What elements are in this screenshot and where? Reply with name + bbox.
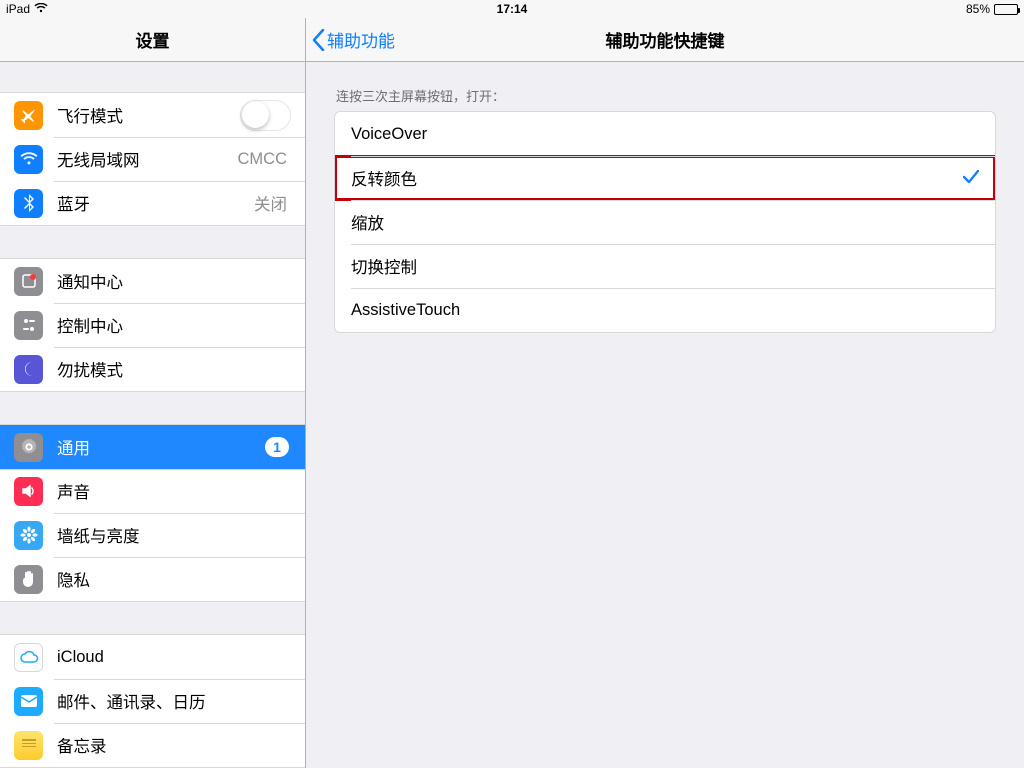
airplane-icon bbox=[14, 101, 43, 130]
wifi-icon bbox=[14, 145, 43, 174]
sidebar-item-control[interactable]: 控制中心 bbox=[0, 303, 305, 347]
sidebar-group-accounts: iCloud 邮件、通讯录、日历 备忘录 bbox=[0, 634, 305, 768]
notes-icon bbox=[14, 731, 43, 760]
option-label: VoiceOver bbox=[351, 125, 979, 144]
sidebar-item-wallpaper[interactable]: 墙纸与亮度 bbox=[0, 513, 305, 557]
option-label: 缩放 bbox=[351, 210, 979, 234]
option-zoom[interactable]: 缩放 bbox=[335, 200, 995, 244]
sidebar-navbar: 设置 bbox=[0, 18, 305, 62]
flower-icon bbox=[14, 521, 43, 550]
settings-sidebar: 设置 飞行模式 无线局域网 CMCC bbox=[0, 18, 306, 768]
general-badge: 1 bbox=[265, 437, 289, 457]
sidebar-item-label: 无线局域网 bbox=[57, 147, 238, 171]
control-center-icon bbox=[14, 311, 43, 340]
section-header: 连按三次主屏幕按钮，打开： bbox=[306, 62, 1024, 111]
sidebar-item-label: 隐私 bbox=[57, 567, 291, 591]
sidebar-item-label: iCloud bbox=[57, 648, 291, 667]
bluetooth-value: 关闭 bbox=[254, 191, 287, 215]
mail-icon bbox=[14, 687, 43, 716]
moon-icon bbox=[14, 355, 43, 384]
sidebar-item-privacy[interactable]: 隐私 bbox=[0, 557, 305, 601]
option-label: 反转颜色 bbox=[351, 166, 963, 190]
option-label: AssistiveTouch bbox=[351, 301, 979, 320]
sidebar-item-icloud[interactable]: iCloud bbox=[0, 635, 305, 679]
back-label: 辅助功能 bbox=[327, 27, 395, 52]
bluetooth-icon bbox=[14, 189, 43, 218]
speaker-icon bbox=[14, 477, 43, 506]
detail-navbar: 辅助功能 辅助功能快捷键 bbox=[306, 18, 1024, 62]
status-bar: iPad 17:14 85% bbox=[0, 0, 1024, 18]
option-assistivetouch[interactable]: AssistiveTouch bbox=[335, 288, 995, 332]
sidebar-item-notification[interactable]: 通知中心 bbox=[0, 259, 305, 303]
sidebar-item-label: 墙纸与亮度 bbox=[57, 523, 291, 547]
sidebar-group-centers: 通知中心 控制中心 勿扰模式 bbox=[0, 258, 305, 392]
battery-text: 85% bbox=[966, 2, 990, 16]
back-button[interactable]: 辅助功能 bbox=[306, 27, 395, 52]
chevron-left-icon bbox=[312, 29, 325, 51]
sidebar-item-notes[interactable]: 备忘录 bbox=[0, 723, 305, 767]
sidebar-group-connectivity: 飞行模式 无线局域网 CMCC 蓝牙 关闭 bbox=[0, 92, 305, 226]
sidebar-item-general[interactable]: 通用 1 bbox=[0, 425, 305, 469]
device-label: iPad bbox=[6, 2, 30, 16]
wifi-value: CMCC bbox=[238, 150, 288, 169]
notification-icon bbox=[14, 267, 43, 296]
sidebar-title: 设置 bbox=[136, 27, 170, 52]
sidebar-item-label: 蓝牙 bbox=[57, 191, 254, 215]
sidebar-item-label: 勿扰模式 bbox=[57, 357, 291, 381]
sidebar-item-wifi[interactable]: 无线局域网 CMCC bbox=[0, 137, 305, 181]
sidebar-item-mail[interactable]: 邮件、通讯录、日历 bbox=[0, 679, 305, 723]
detail-pane: 辅助功能 辅助功能快捷键 连按三次主屏幕按钮，打开： VoiceOver 反转颜… bbox=[306, 18, 1024, 768]
sidebar-item-label: 声音 bbox=[57, 479, 291, 503]
battery-icon bbox=[994, 4, 1018, 15]
shortcut-options: VoiceOver 反转颜色 缩放 切换控制 AssistiveTouch bbox=[334, 111, 996, 333]
sidebar-group-settings: 通用 1 声音 墙纸与亮度 bbox=[0, 424, 305, 602]
checkmark-icon bbox=[963, 168, 979, 189]
option-voiceover[interactable]: VoiceOver bbox=[335, 112, 995, 156]
cloud-icon bbox=[14, 643, 43, 672]
sidebar-item-airplane[interactable]: 飞行模式 bbox=[0, 93, 305, 137]
hand-icon bbox=[14, 565, 43, 594]
sidebar-item-sounds[interactable]: 声音 bbox=[0, 469, 305, 513]
wifi-status-icon bbox=[34, 2, 48, 16]
sidebar-item-label: 飞行模式 bbox=[57, 103, 240, 127]
option-label: 切换控制 bbox=[351, 254, 979, 278]
sidebar-item-dnd[interactable]: 勿扰模式 bbox=[0, 347, 305, 391]
sidebar-item-label: 邮件、通讯录、日历 bbox=[57, 689, 291, 713]
gear-icon bbox=[14, 433, 43, 462]
option-invert-colors[interactable]: 反转颜色 bbox=[335, 156, 995, 200]
option-switch-control[interactable]: 切换控制 bbox=[335, 244, 995, 288]
sidebar-item-label: 通知中心 bbox=[57, 269, 291, 293]
sidebar-item-bluetooth[interactable]: 蓝牙 关闭 bbox=[0, 181, 305, 225]
sidebar-item-label: 通用 bbox=[57, 435, 265, 459]
sidebar-item-label: 备忘录 bbox=[57, 733, 291, 757]
sidebar-item-label: 控制中心 bbox=[57, 313, 291, 337]
detail-title: 辅助功能快捷键 bbox=[606, 27, 725, 52]
airplane-toggle[interactable] bbox=[240, 100, 291, 131]
clock: 17:14 bbox=[497, 2, 528, 16]
